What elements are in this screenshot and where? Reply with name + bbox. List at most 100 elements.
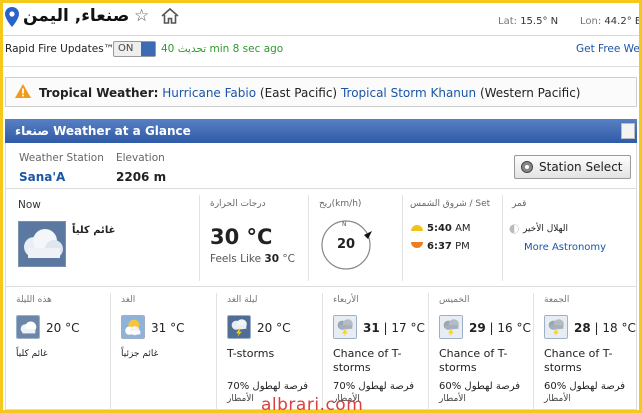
tropical-alert-banner: Tropical Weather: Hurricane Fabio (East …: [5, 77, 637, 107]
wind-speed: 20: [337, 237, 356, 252]
precip-label: فرصة لهطول: [252, 381, 309, 392]
forecast-low: 18 °C: [602, 321, 636, 335]
weather-page: صنعاء, اليمن ☆ Lat: 15.5° N Lon: 44.2° E…: [3, 3, 639, 410]
glance-city: صنعاء: [15, 124, 49, 138]
forecast-condition: T-storms: [227, 347, 275, 360]
thunderstorm-icon: [439, 315, 463, 339]
elevation-value: 2206 m: [116, 170, 167, 184]
wind-label: ريح(km/h): [319, 199, 362, 209]
forecast-precip: 70% فرصة لهطول: [333, 381, 414, 392]
forecast-temps: 28 | 18 °C: [574, 321, 636, 335]
feels-like-unit: °C: [282, 253, 295, 265]
partly-cloudy-icon: [121, 315, 145, 339]
precip-percent: 60%: [439, 381, 462, 392]
longitude-value: 44.2° E: [604, 16, 639, 27]
forecast-low: 17 °C: [391, 321, 425, 335]
longitude: Lon: 44.2° E: [580, 16, 639, 27]
forecast-day: الخميس 29 | 16 °C Chance of T-storms 60%…: [429, 287, 533, 410]
precip-percent: 70%: [227, 381, 250, 392]
favorite-star-icon[interactable]: ☆: [134, 6, 149, 26]
storm-khanun-link[interactable]: Tropical Storm Khanun: [341, 86, 476, 100]
forecast-precip: 60% فرصة لهطول: [439, 381, 520, 392]
precip-label-2: الأمطار: [227, 394, 254, 404]
update-text: تحديث: [177, 43, 207, 55]
wind-direction: N: [342, 221, 347, 228]
feels-like-label: Feels Like: [210, 253, 262, 265]
forecast-precip: 60% فرصة لهطول: [544, 381, 625, 392]
forecast-day-label: ليلة الغد: [227, 295, 258, 305]
update-ago: min 8 sec ago: [209, 43, 284, 55]
station-select-icon: [521, 161, 533, 173]
cloudy-night-icon: [16, 315, 40, 339]
feels-like-value: 30: [264, 253, 280, 265]
forecast-day: هذه الليلة 20 °C غائم كلياً: [6, 287, 110, 410]
forecast-high: 28: [574, 321, 591, 335]
elevation-label: Elevation: [116, 152, 165, 164]
precip-label-2: الأمطار: [439, 394, 466, 404]
weather-at-a-glance-header: صنعاء Weather at a Glance: [5, 119, 637, 143]
thunderstorm-icon: [544, 315, 568, 339]
location-header: صنعاء, اليمن ☆ Lat: 15.5° N Lon: 44.2° E: [3, 3, 639, 35]
divider: [199, 195, 200, 281]
divider: [502, 195, 503, 281]
moon-phase-icon: [509, 224, 519, 234]
precip-percent: 70%: [333, 381, 356, 392]
forecast-condition: Chance of T-storms: [439, 347, 508, 374]
sunset-icon: [411, 242, 423, 248]
precip-label: فرصة لهطول: [358, 381, 415, 392]
moon-phase: الهلال الأخير: [523, 224, 569, 234]
toggle-knob[interactable]: [141, 42, 155, 56]
more-astronomy-link[interactable]: More Astronomy: [524, 242, 606, 253]
storm2-region: (Western Pacific): [479, 86, 581, 100]
update-status: 40 تحديث min 8 sec ago: [161, 43, 283, 55]
latitude-value: 15.5° N: [520, 16, 559, 27]
latitude-label: Lat:: [498, 16, 517, 27]
get-free-link[interactable]: Get Free We: [576, 43, 639, 55]
sunrise-time: 5:40 AM: [427, 223, 471, 234]
cloudy-icon: [18, 221, 66, 267]
forecast-temps: 20 °C: [257, 321, 291, 335]
forecast-condition: غائم جزئياً: [121, 349, 159, 359]
home-icon[interactable]: [160, 7, 180, 25]
current-conditions: Now غائم كلياً درجات الحرارة 30 °C Feels…: [5, 189, 637, 287]
thunderstorm-icon: [333, 315, 357, 339]
divider: [3, 35, 639, 36]
precip-label: فرصة لهطول: [569, 381, 626, 392]
warning-icon: [15, 84, 31, 98]
sunrise-ampm: AM: [455, 223, 471, 234]
rapid-fire-toggle[interactable]: ON: [113, 41, 156, 57]
forecast-high: 31: [363, 321, 380, 335]
update-minutes: 40: [161, 43, 175, 55]
forecast-day: الجمعة 28 | 18 °C Chance of T-storms 60%…: [534, 287, 638, 410]
hurricane-fabio-link[interactable]: Hurricane Fabio: [162, 86, 256, 100]
sunrise-icon: [411, 225, 423, 231]
forecast-day-label: الأربعاء: [333, 295, 359, 305]
rapid-fire-label: Rapid Fire Updates™: [5, 43, 115, 55]
forecast-day: الغد 31 °C غائم جزئياً: [111, 287, 215, 410]
forecast-condition: Chance of T-storms: [544, 347, 613, 374]
location-pin-icon: [5, 7, 19, 27]
forecast-day: ليلة الغد 20 °C T-storms 70% فرصة لهطول …: [217, 287, 322, 410]
collapse-button[interactable]: [621, 123, 635, 139]
station-select-button[interactable]: Station Select: [514, 155, 631, 179]
city-title: صنعاء, اليمن: [23, 6, 130, 26]
precip-label-2: الأمطار: [544, 394, 571, 404]
forecast-day-label: هذه الليلة: [16, 295, 52, 305]
sunset-value: 6:37: [427, 241, 452, 252]
divider: [308, 195, 309, 281]
latitude: Lat: 15.5° N: [498, 16, 558, 27]
divider: [402, 195, 403, 281]
feels-like: Feels Like 30 °C: [210, 253, 295, 265]
glance-title: صنعاء Weather at a Glance: [15, 124, 191, 138]
current-condition: غائم كلياً: [72, 225, 116, 236]
forecast-temps: 31 °C: [151, 321, 185, 335]
forecast-low: 16 °C: [497, 321, 531, 335]
alert-text: Tropical Weather: Hurricane Fabio (East …: [39, 86, 580, 100]
glance-title-text: Weather at a Glance: [53, 124, 191, 138]
precip-percent: 60%: [544, 381, 567, 392]
station-link[interactable]: Sana'A: [19, 170, 65, 184]
longitude-label: Lon:: [580, 16, 602, 27]
station-select-label: Station Select: [539, 160, 623, 174]
now-label: Now: [18, 199, 41, 211]
sunrise-value: 5:40: [427, 223, 452, 234]
